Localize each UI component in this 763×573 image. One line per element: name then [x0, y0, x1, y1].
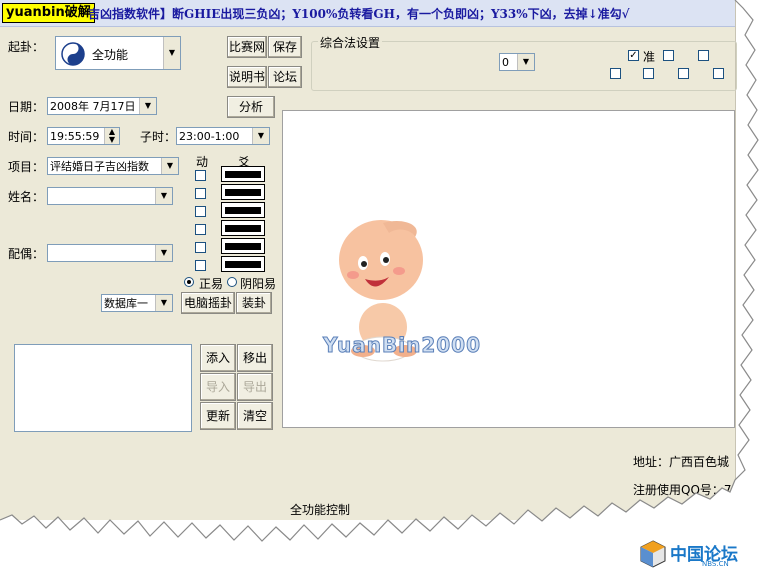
- forum-logo-sub: NBS.CN: [702, 560, 729, 568]
- forum-logo: 中国论坛 NBS.CN: [640, 540, 760, 570]
- cube-logo-icon: [640, 540, 666, 568]
- torn-edge-border: [0, 0, 763, 573]
